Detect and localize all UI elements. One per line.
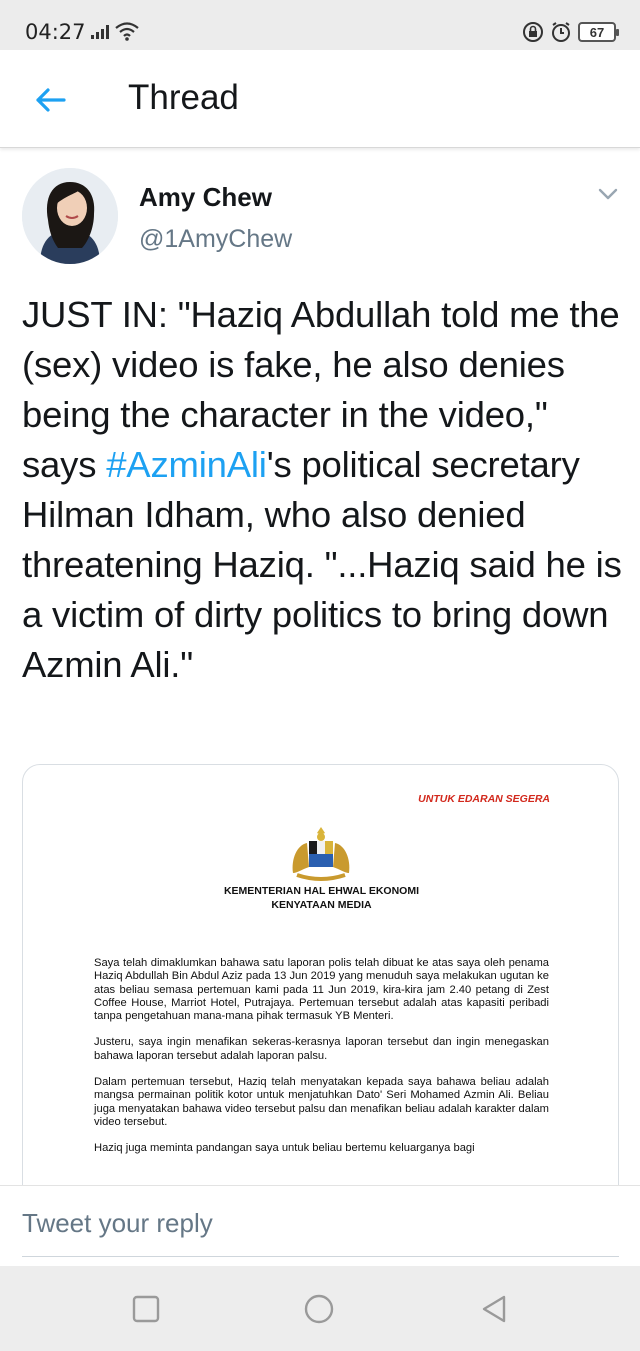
hashtag-link[interactable]: #AzminAli <box>106 444 267 485</box>
tweet-media-image[interactable]: UNTUK EDARAN SEGERA KEMENTERIAN HAL EHWA… <box>22 764 619 1244</box>
lock-rotation-icon <box>523 22 543 42</box>
home-icon[interactable] <box>303 1293 335 1325</box>
recent-apps-icon[interactable] <box>130 1293 162 1325</box>
arrow-left-icon <box>36 88 66 112</box>
urgent-label: UNTUK EDARAN SEGERA <box>418 793 550 805</box>
reply-bar: Tweet your reply <box>0 1185 640 1265</box>
back-button[interactable] <box>30 80 70 120</box>
chevron-down-icon[interactable] <box>596 185 620 203</box>
doc-paragraph: Justeru, saya ingin menafikan sekeras-ke… <box>94 1036 549 1062</box>
avatar-portrait <box>22 168 118 264</box>
author-name[interactable]: Amy Chew <box>139 182 272 213</box>
status-time: 04:27 <box>25 20 86 44</box>
press-statement-document: UNTUK EDARAN SEGERA KEMENTERIAN HAL EHWA… <box>23 765 618 1243</box>
doc-paragraph: Haziq juga meminta pandangan saya untuk … <box>94 1142 475 1155</box>
reply-input[interactable]: Tweet your reply <box>22 1208 213 1239</box>
system-nav-bar <box>0 1266 640 1351</box>
coat-of-arms-icon <box>292 827 350 881</box>
status-bar: 04:27 67 <box>0 0 640 50</box>
page-title: Thread <box>128 78 239 117</box>
statement-type: KENYATAAN MEDIA <box>271 899 372 911</box>
reply-underline <box>22 1256 619 1257</box>
document-body: Saya telah dimaklumkan bahawa satu lapor… <box>94 957 549 1169</box>
doc-paragraph: Dalam pertemuan tersebut, Haziq telah me… <box>94 1076 549 1128</box>
doc-paragraph: Saya telah dimaklumkan bahawa satu lapor… <box>94 957 549 1023</box>
tweet-text: JUST IN: "Haziq Abdullah told me the (se… <box>22 290 622 690</box>
battery-icon: 67 <box>578 22 619 42</box>
battery-level: 67 <box>589 24 605 40</box>
ministry-title: KEMENTERIAN HAL EHWAL EKONOMI <box>223 885 420 897</box>
status-right-group: 67 <box>522 20 619 44</box>
signal-icon <box>91 25 109 39</box>
avatar[interactable] <box>22 168 118 264</box>
alarm-icon <box>552 22 570 42</box>
wifi-icon <box>115 22 139 41</box>
app-header: Thread <box>0 50 640 148</box>
author-handle[interactable]: @1AmyChew <box>139 225 292 254</box>
back-triangle-icon[interactable] <box>478 1293 510 1325</box>
